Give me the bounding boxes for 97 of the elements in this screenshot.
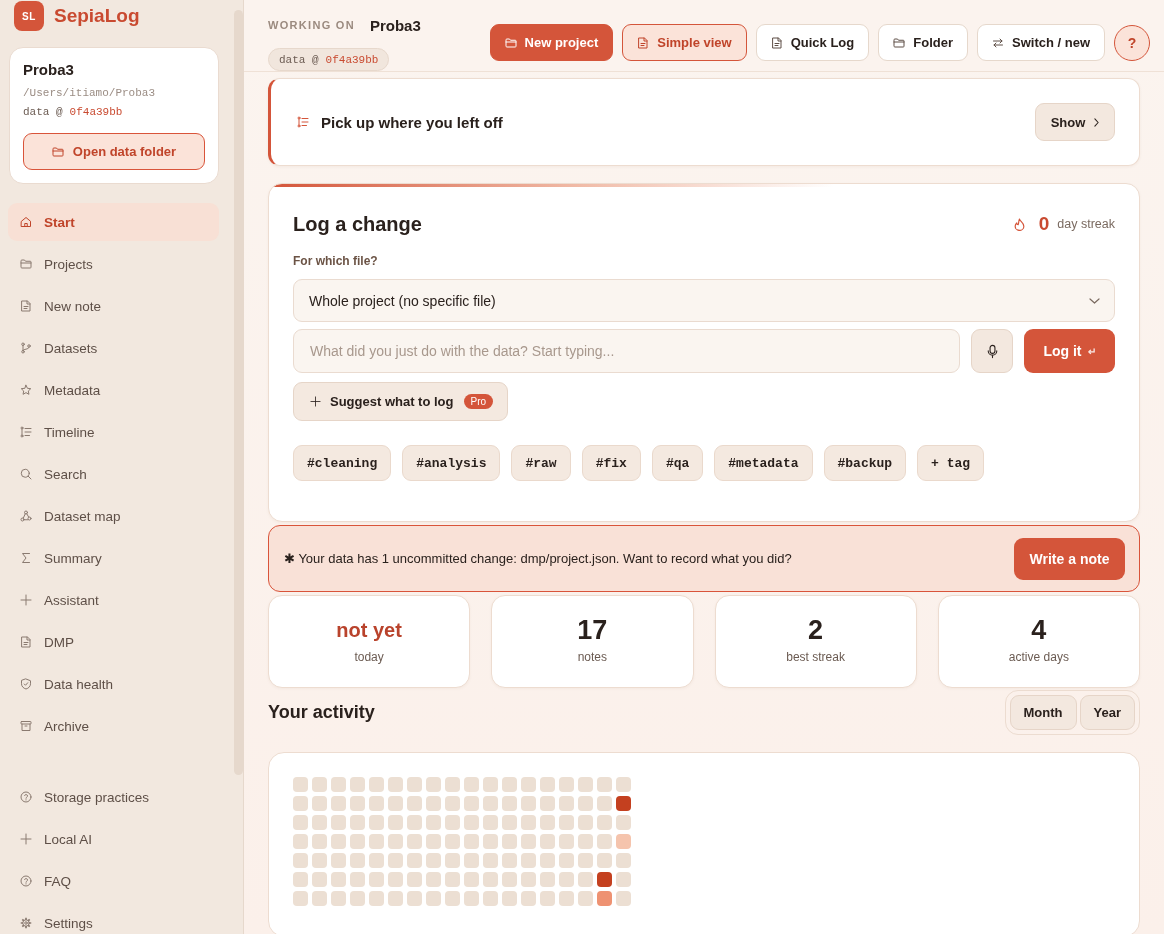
banner-message: ✱ Your data has 1 uncommitted change: dmp/project.json. Want to record what you did? — [284, 551, 792, 566]
logo-badge: SL — [14, 1, 44, 31]
tag-chip[interactable]: #cleaning — [293, 445, 392, 481]
range-button[interactable]: Month — [1009, 695, 1077, 730]
nav-item[interactable]: Summary — [8, 539, 219, 577]
nav-item[interactable]: Start — [8, 203, 219, 241]
nav-item[interactable]: Settings — [8, 904, 219, 934]
search-icon — [20, 468, 32, 480]
tag-chip[interactable]: #fix — [581, 445, 641, 481]
write-note-button[interactable]: Write a note — [1014, 537, 1125, 580]
document-icon — [637, 36, 650, 49]
stat-value: 2 — [808, 615, 824, 645]
plus-icon — [310, 396, 321, 407]
nav-item[interactable]: Storage practices — [8, 778, 219, 816]
stat-label: active days — [1008, 649, 1069, 665]
suggest-button[interactable]: Suggest what to log Pro — [293, 382, 509, 421]
toolbar-button[interactable]: Simple view — [622, 24, 747, 61]
resume-title: Pick up where you left off — [321, 113, 503, 131]
home-icon — [20, 216, 32, 228]
nav-item[interactable]: Timeline — [8, 413, 219, 451]
working-on-label: WORKING ON — [268, 19, 355, 31]
card-title: Log a change — [293, 212, 422, 237]
project-path: /Users/itiamo/Proba3 — [23, 86, 157, 100]
stat-value: not yet — [336, 618, 402, 643]
microphone-icon — [986, 343, 998, 359]
help-icon — [20, 791, 32, 803]
list-icon — [20, 426, 32, 438]
folder-icon — [20, 258, 32, 270]
shield-icon — [20, 678, 32, 690]
range-button[interactable]: Year — [1079, 695, 1135, 730]
nav-item[interactable]: Local AI — [8, 820, 219, 858]
help-button[interactable]: ? — [1114, 24, 1150, 61]
folder-icon — [504, 36, 517, 49]
star-icon — [20, 384, 32, 396]
nav-item[interactable]: Dataset map — [8, 497, 219, 535]
folder-icon — [51, 145, 64, 158]
nav-item[interactable]: Archive — [8, 707, 219, 745]
nav-item[interactable]: Projects — [8, 245, 219, 283]
tag-chip[interactable]: #analysis — [402, 445, 501, 481]
log-it-button[interactable]: Log it ↵ — [1024, 329, 1115, 373]
tag-chip[interactable]: #metadata — [714, 445, 813, 481]
scrollbar[interactable] — [233, 10, 243, 775]
chevron-down-icon — [1089, 297, 1100, 304]
flame-icon — [1013, 217, 1025, 231]
plus-icon — [20, 594, 32, 606]
sigma-icon — [20, 552, 32, 564]
document-icon — [20, 636, 32, 648]
streak-count: 0 — [1038, 213, 1050, 235]
archive-icon — [20, 720, 32, 732]
stat-value: 4 — [1031, 615, 1047, 645]
show-button[interactable]: Show — [1035, 103, 1115, 141]
help-icon — [20, 875, 32, 887]
stat-label: today — [354, 649, 384, 665]
pro-badge: Pro — [463, 394, 494, 409]
nav-item[interactable]: Metadata — [8, 371, 219, 409]
settings-icon — [20, 917, 32, 929]
data-label: data @ — [23, 105, 63, 119]
nav-item[interactable]: New note — [8, 287, 219, 325]
plus-icon — [20, 833, 32, 845]
note-input[interactable]: What did you just do with the data? Start typing... — [293, 329, 960, 373]
toolbar-button[interactable]: Quick Log — [755, 24, 870, 61]
document-icon — [20, 300, 32, 312]
stat-label: best streak — [786, 649, 845, 665]
chevron-right-icon — [1094, 117, 1100, 127]
list-icon — [297, 116, 309, 128]
data-label: data @ — [279, 53, 319, 66]
nav-item[interactable]: Assistant — [8, 581, 219, 619]
commit-hash: 0f4a39bb — [69, 105, 123, 119]
tag-chip[interactable]: #backup — [823, 445, 907, 481]
commit-hash: 0f4a39bb — [325, 53, 379, 66]
field-label: For which file? — [293, 254, 378, 268]
streak-label: day streak — [1057, 217, 1115, 231]
tag-chip[interactable]: #raw — [511, 445, 571, 481]
project-name: Proba3 — [23, 61, 75, 79]
file-select[interactable]: Whole project (no specific file) — [293, 279, 1115, 322]
nav-item[interactable]: Search — [8, 455, 219, 493]
branch-icon — [20, 342, 32, 354]
nav-item[interactable]: Datasets — [8, 329, 219, 367]
document-icon — [770, 36, 783, 49]
toolbar-button[interactable]: New project — [489, 24, 614, 61]
add-tag-button[interactable]: + tag — [917, 445, 985, 481]
tag-chip[interactable]: #qa — [651, 445, 704, 481]
nav-item[interactable]: DMP — [8, 623, 219, 661]
microphone-button[interactable] — [971, 329, 1013, 373]
toolbar-button[interactable]: Switch / new — [977, 24, 1105, 61]
toolbar-button[interactable]: Folder — [878, 24, 968, 61]
stat-label: notes — [577, 649, 608, 665]
nodes-icon — [20, 510, 32, 522]
section-heading: Your activity — [268, 702, 375, 723]
nav-item[interactable]: Data health — [8, 665, 219, 703]
nav-item[interactable]: FAQ — [8, 862, 219, 900]
stat-value: 17 — [577, 615, 608, 645]
open-folder-button[interactable]: Open data folder — [23, 133, 205, 170]
arrows-icon — [992, 36, 1004, 49]
project-title: Proba3 — [369, 16, 421, 34]
app-name: SepiaLog — [54, 5, 140, 27]
folder-icon — [893, 36, 906, 49]
